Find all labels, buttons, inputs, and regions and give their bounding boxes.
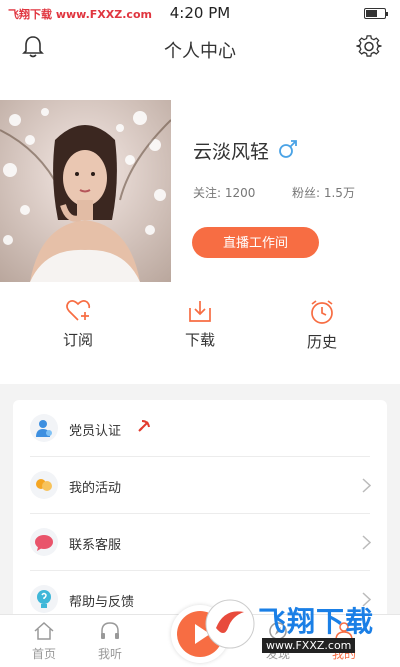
menu-label-activity: 我的活动 [69, 481, 122, 496]
chevron-right-icon [362, 535, 371, 550]
live-studio-button[interactable]: 直播工作间 [192, 227, 319, 258]
menu-item-activity[interactable]: 我的活动 [13, 457, 387, 514]
avatar[interactable] [0, 100, 171, 282]
download-icon [189, 301, 211, 322]
chevron-right-icon [362, 478, 371, 493]
tab-listen[interactable]: 我听 [80, 621, 140, 662]
menu-item-customer-service[interactable]: 联系客服 [13, 514, 387, 571]
page-title: 个人中心 [164, 41, 236, 62]
tab-label-listen: 我听 [97, 647, 122, 661]
menu-label-customer-service: 联系客服 [69, 538, 122, 553]
tab-home[interactable]: 首页 [14, 621, 74, 662]
menu-label-help: 帮助与反馈 [69, 595, 135, 610]
subscribe-action[interactable]: 订阅 [38, 299, 118, 350]
clock-time: 4:20 PM [169, 4, 231, 22]
history-action[interactable]: 历史 [282, 299, 362, 352]
follow-count[interactable]: 关注: 1200 [193, 186, 255, 200]
customer-service-icon [30, 528, 58, 556]
history-label: 历史 [306, 333, 337, 351]
download-label: 下载 [184, 331, 215, 349]
gear-icon[interactable] [356, 34, 382, 60]
home-icon [34, 621, 54, 640]
battery-icon [364, 8, 388, 19]
clock-icon [311, 300, 333, 324]
subscribe-label: 订阅 [62, 331, 93, 349]
download-action[interactable]: 下载 [160, 299, 240, 350]
profile-section: 云淡风轻 关注: 1200 粉丝: 1.5万 直播工作间 订阅 下载 历史 [0, 74, 400, 384]
menu-label-party-member: 党员认证 [69, 424, 122, 439]
help-icon [30, 585, 58, 613]
action-row: 订阅 下载 历史 [0, 299, 400, 359]
male-symbol-icon [279, 140, 297, 158]
watermark-url: www.FXXZ.com [262, 638, 356, 653]
headphones-icon [101, 622, 119, 639]
party-member-icon [30, 414, 58, 442]
fans-count[interactable]: 粉丝: 1.5万 [292, 184, 355, 201]
party-emblem-icon [138, 420, 150, 432]
menu-item-party-member[interactable]: 党员认证 [13, 400, 387, 457]
watermark: 飞翔下载 www.FXXZ.com [200, 596, 398, 664]
watermark-logo-icon [205, 599, 255, 649]
tab-label-home: 首页 [31, 647, 56, 661]
stats: 关注: 1200 粉丝: 1.5万 [193, 184, 355, 201]
heart-plus-icon [66, 300, 91, 321]
watermark-text: 飞翔下载 [258, 605, 375, 638]
username: 云淡风轻 [193, 141, 270, 163]
activity-icon [30, 471, 58, 499]
app-header: 个人中心 [0, 26, 400, 74]
status-bar: 飞翔下载 www.FXXZ.com 4:20 PM [0, 0, 400, 26]
